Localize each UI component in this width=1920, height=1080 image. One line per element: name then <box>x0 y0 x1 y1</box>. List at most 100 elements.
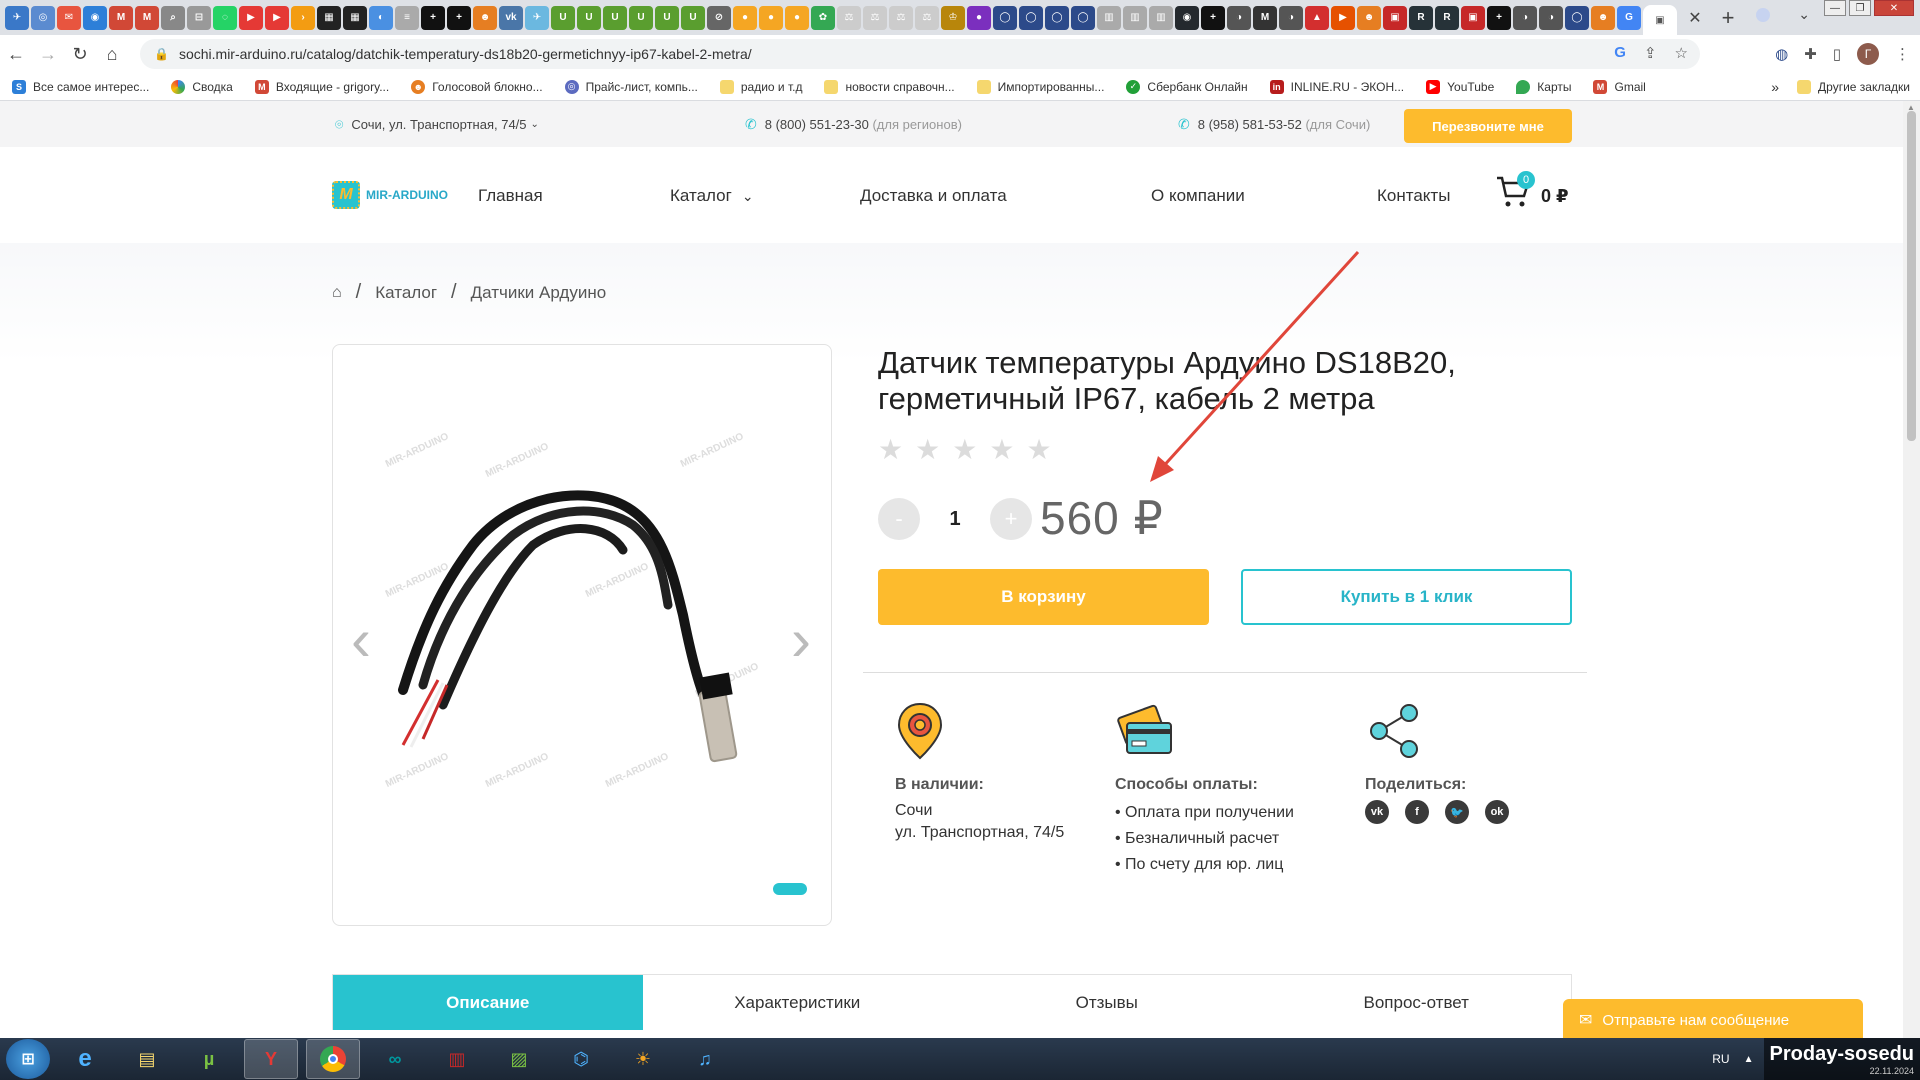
utorrent-icon[interactable]: µ <box>182 1039 236 1079</box>
tab-favicon-tab[interactable]: M <box>1253 5 1277 30</box>
tab-favicon-tab[interactable]: ♔ <box>941 5 965 30</box>
store-address[interactable]: ⌾ Сочи, ул. Транспортная, 74/5 ⌄ <box>335 116 539 133</box>
tab-favicon-tab[interactable]: ⚖ <box>863 5 887 30</box>
bookmark-item[interactable]: ◎ Прайс-лист, компь... <box>564 79 698 94</box>
bookmark-item[interactable]: M Входящие - grigory... <box>254 79 389 94</box>
tab-favicon-tab[interactable]: ● <box>785 5 809 30</box>
star-icon[interactable]: ★ <box>878 433 903 466</box>
tab-favicon-tab[interactable]: ☻ <box>1591 5 1615 30</box>
close-window-button[interactable]: ✕ <box>1874 0 1914 16</box>
chart-app-icon[interactable]: ▨ <box>492 1039 546 1079</box>
bookmark-item[interactable]: ✓ Сбербанк Онлайн <box>1126 79 1248 94</box>
bookmarks-more-button[interactable]: » <box>1771 79 1779 95</box>
bookmark-item[interactable]: Сводка <box>171 79 233 94</box>
tab-favicon-tab[interactable]: U <box>681 5 705 30</box>
nav-catalog[interactable]: Каталог ⌄ <box>670 186 754 206</box>
bookmark-item[interactable]: ☻ Голосовой блокно... <box>411 79 543 94</box>
home-breadcrumb-icon[interactable]: ⌂ <box>332 284 342 302</box>
tab-favicon-tab[interactable]: ☻ <box>1357 5 1381 30</box>
yandex-browser-icon[interactable]: Y <box>244 1039 298 1079</box>
tab-favicon-tab[interactable]: ● <box>967 5 991 30</box>
chat-widget-button[interactable]: ✉ Отправьте нам сообщение <box>1563 999 1863 1038</box>
back-arrow-icon[interactable]: ← <box>0 44 32 65</box>
buy-one-click-button[interactable]: Купить в 1 клик <box>1241 569 1572 625</box>
game-app-icon[interactable]: ☀ <box>616 1039 670 1079</box>
tab-favicon-tab[interactable]: ▶ <box>265 5 289 30</box>
facebook-share-icon[interactable]: f <box>1405 800 1429 824</box>
breadcrumb-catalog[interactable]: Каталог <box>375 283 437 303</box>
quantity-value[interactable]: 1 <box>920 508 990 531</box>
tab-favicon-tab[interactable]: ◑ <box>1513 5 1537 30</box>
tab-favicon-tab[interactable]: ✉ <box>57 5 81 30</box>
star-icon[interactable]: ★ <box>915 433 940 466</box>
tab-favicon-tab[interactable]: ▦ <box>317 5 341 30</box>
tab-favicon-tab[interactable]: ◯ <box>1565 5 1589 30</box>
star-icon[interactable]: ★ <box>989 433 1014 466</box>
bookmark-item[interactable]: M Gmail <box>1593 79 1646 94</box>
tab-favicon-tab[interactable]: ✈ <box>525 5 549 30</box>
tab-favicon-tab[interactable]: ● <box>733 5 757 30</box>
tab-favicon-tab[interactable]: ◎ <box>31 5 55 30</box>
profile-avatar[interactable]: Г <box>1857 43 1879 65</box>
extensions-puzzle-icon[interactable]: ✚ <box>1804 45 1817 63</box>
tray-expand-arrow-icon[interactable]: ▲ <box>1744 1054 1754 1065</box>
tab-favicon-tab[interactable]: G <box>1617 5 1641 30</box>
tab-favicon-tab[interactable]: ▥ <box>1149 5 1173 30</box>
bookmark-folder[interactable]: радио и т.д <box>719 79 802 94</box>
address-bar[interactable]: 🔒 sochi.mir-arduino.ru/catalog/datchik-t… <box>140 39 1700 69</box>
star-icon[interactable]: ★ <box>1026 433 1051 466</box>
tab-favicon-tab[interactable]: ◯ <box>1019 5 1043 30</box>
bookmark-item[interactable]: in INLINE.RU - ЭКОН... <box>1269 79 1404 94</box>
tab-favicon-tab[interactable]: ⚖ <box>889 5 913 30</box>
tab-favicon-tab[interactable]: ≡ <box>395 5 419 30</box>
scrollbar-thumb[interactable] <box>1907 111 1916 441</box>
tab-favicon-tab[interactable]: + <box>1201 5 1225 30</box>
tab-favicon-tab[interactable]: ▥ <box>1123 5 1147 30</box>
quantity-minus-button[interactable]: - <box>878 498 920 540</box>
twitter-share-icon[interactable]: 🐦 <box>1445 800 1469 824</box>
tab-favicon-tab[interactable]: ◯ <box>993 5 1017 30</box>
page-scrollbar[interactable]: ▲ <box>1903 101 1920 1038</box>
tab-favicon-tab[interactable]: ☻ <box>473 5 497 30</box>
tab-favicon-tab[interactable]: ▦ <box>343 5 367 30</box>
restore-window-button[interactable]: ❐ <box>1849 0 1871 16</box>
star-icon[interactable]: ★ <box>952 433 977 466</box>
home-icon[interactable]: ⌂ <box>96 44 128 65</box>
music-app-icon[interactable]: ♫ <box>678 1039 732 1079</box>
tab-favicon-tab[interactable]: ▣ <box>1383 5 1407 30</box>
phone-sochi[interactable]: ✆ 8 (958) 581-53-52 (для Сочи) <box>1178 116 1370 133</box>
add-to-cart-button[interactable]: В корзину <box>878 569 1209 625</box>
tab-favicon-tab[interactable]: ⊟ <box>187 5 211 30</box>
gallery-prev-arrow-icon[interactable]: ‹ <box>351 605 371 674</box>
tab-favicon-tab[interactable]: ▲ <box>1305 5 1329 30</box>
bookmark-folder[interactable]: новости справочн... <box>824 79 955 94</box>
tab-active-mir-arduino[interactable]: ▣ <box>1643 5 1677 35</box>
callback-button[interactable]: Перезвоните мне <box>1404 109 1572 143</box>
phone-regions[interactable]: ✆ 8 (800) 551-23-30 (для регионов) <box>745 116 962 133</box>
network-app-icon[interactable]: ⌬ <box>554 1039 608 1079</box>
tab-favicon-tab[interactable]: ◯ <box>1045 5 1069 30</box>
odnoklassniki-share-icon[interactable]: ok <box>1485 800 1509 824</box>
side-panel-icon[interactable]: ▯ <box>1833 45 1841 63</box>
tab-favicon-tab[interactable]: + <box>447 5 471 30</box>
close-tab-icon[interactable]: ✕ <box>1680 8 1710 28</box>
tab-favicon-tab[interactable]: R <box>1435 5 1459 30</box>
tab-favicon-tab[interactable]: U <box>629 5 653 30</box>
tab-favicon-tab[interactable]: ◑ <box>1227 5 1251 30</box>
lock-icon[interactable]: 🔒 <box>154 47 169 61</box>
product-rating[interactable]: ★ ★ ★ ★ ★ <box>878 433 1052 466</box>
tab-favicon-tab[interactable]: ◑ <box>1279 5 1303 30</box>
site-logo[interactable]: M MIR-ARDUINO <box>332 181 448 209</box>
arduino-ide-icon[interactable]: ∞ <box>368 1039 422 1079</box>
tab-favicon-tab[interactable]: ◯ <box>1071 5 1095 30</box>
tab-favicon-tab[interactable]: + <box>421 5 445 30</box>
tab-favicon-tab[interactable]: M <box>109 5 133 30</box>
new-tab-button[interactable]: + <box>1710 5 1746 31</box>
tab-favicon-tab[interactable]: ▥ <box>1097 5 1121 30</box>
tab-reviews[interactable]: Отзывы <box>952 975 1262 1030</box>
tab-favicon-tab[interactable]: U <box>577 5 601 30</box>
browser-menu-icon[interactable]: ⋮ <box>1895 45 1910 63</box>
tab-search-chevron-icon[interactable]: ⌄ <box>1798 6 1810 23</box>
file-explorer-icon[interactable]: ▤ <box>120 1039 174 1079</box>
cart-button[interactable]: 0 0 ₽ <box>1495 171 1569 217</box>
